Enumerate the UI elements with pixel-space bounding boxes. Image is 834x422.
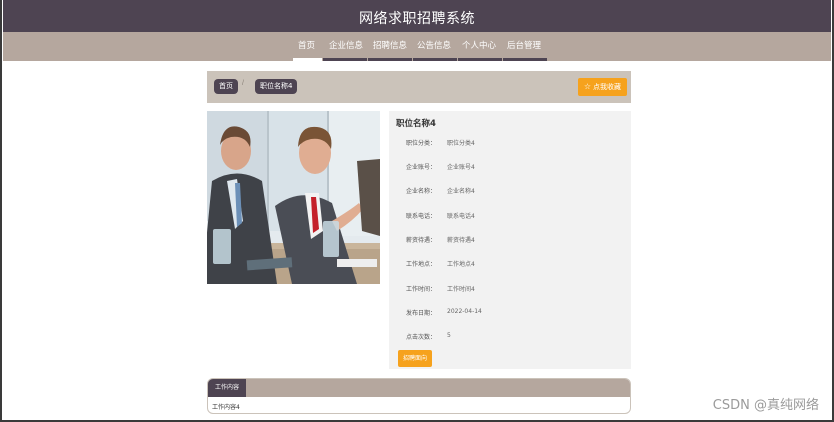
breadcrumb-home[interactable]: 首页: [214, 79, 238, 94]
job-title: 职位名称4: [396, 119, 436, 129]
office-meeting-image: [207, 111, 380, 284]
field-value: 企业名称4: [447, 188, 475, 195]
breadcrumb-bar: 首页 / 职位名称4 ☆ 点我收藏: [207, 71, 631, 103]
job-photo: [207, 111, 380, 284]
job-content-text: 工作内容4: [212, 404, 240, 411]
tab-job-content[interactable]: 工作内容: [208, 379, 247, 397]
info-row-work-time: 工作时间： 工作时间4: [389, 284, 631, 296]
favorite-label: 点我收藏: [593, 83, 621, 91]
field-label: 薪资待遇：: [406, 237, 437, 244]
breadcrumb-current[interactable]: 职位名称4: [255, 79, 298, 94]
site-header: 网络求职招聘系统: [3, 0, 831, 32]
content-header: 工作内容: [208, 379, 630, 397]
field-label: 发布日期：: [406, 310, 437, 317]
job-info-panel: 职位名称4 职位分类： 职位分类4 企业账号： 企业账号4 企业名称： 企业名称…: [389, 111, 631, 369]
nav-item-notices[interactable]: 公告信息: [417, 39, 451, 51]
info-row-company-name: 企业名称： 企业名称4: [389, 186, 631, 198]
info-row-account: 企业账号： 企业账号4: [389, 162, 631, 174]
nav-active-indicator: [293, 58, 322, 61]
site-title: 网络求职招聘系统: [359, 11, 475, 27]
info-row-publish-date: 发布日期： 2022-04-14: [389, 308, 631, 320]
watermark: CSDN @真纯网络: [712, 398, 819, 413]
field-label: 工作时间：: [406, 286, 437, 293]
nav-item-company[interactable]: 企业信息: [329, 39, 363, 51]
nav-underline: [323, 58, 367, 61]
nav-underline: [458, 58, 502, 61]
nav-item-profile[interactable]: 个人中心: [462, 39, 496, 51]
field-label: 工作地点：: [406, 261, 437, 268]
info-row-phone: 联系电话： 联系电话4: [389, 211, 631, 223]
field-value: 工作时间4: [447, 286, 475, 293]
nav-underline: [413, 58, 457, 61]
nav-underline: [503, 58, 547, 61]
nav-item-jobs[interactable]: 招聘信息: [373, 39, 407, 51]
nav-underline: [368, 58, 412, 61]
nav-item-admin: 后台管理: [507, 41, 542, 51]
field-value: 5: [447, 332, 451, 339]
field-value: 工作地点4: [447, 261, 475, 268]
field-value: 联系电话4: [447, 213, 475, 220]
star-icon: ☆: [583, 82, 591, 91]
info-row-category: 职位分类： 职位分类4: [389, 138, 631, 150]
info-row-location: 工作地点： 工作地点4: [389, 259, 631, 271]
field-label: 企业账号：: [406, 164, 437, 171]
field-label: 联系电话：: [406, 213, 437, 220]
field-label: 点击次数：: [406, 334, 437, 341]
favorite-button[interactable]: ☆ 点我收藏: [577, 78, 627, 96]
apply-button[interactable]: 招聘面向: [398, 350, 433, 367]
field-value: 薪资待遇4: [447, 237, 475, 244]
field-label: 职位分类：: [406, 140, 437, 147]
job-content-section: 工作内容 工作内容4: [207, 378, 631, 414]
field-label: 企业名称：: [406, 188, 437, 195]
info-row-click-count: 点击次数： 5: [389, 332, 631, 344]
main-nav: 首页 企业信息 招聘信息 公告信息 个人中心 后台管理: [3, 32, 831, 61]
nav-item-home[interactable]: 首页: [298, 39, 315, 51]
field-value: 2022-04-14: [447, 308, 482, 315]
field-value: 企业账号4: [447, 164, 475, 171]
info-row-salary: 薪资待遇： 薪资待遇4: [389, 235, 631, 247]
breadcrumb-separator: /: [242, 80, 244, 87]
field-value: 职位分类4: [447, 140, 475, 147]
